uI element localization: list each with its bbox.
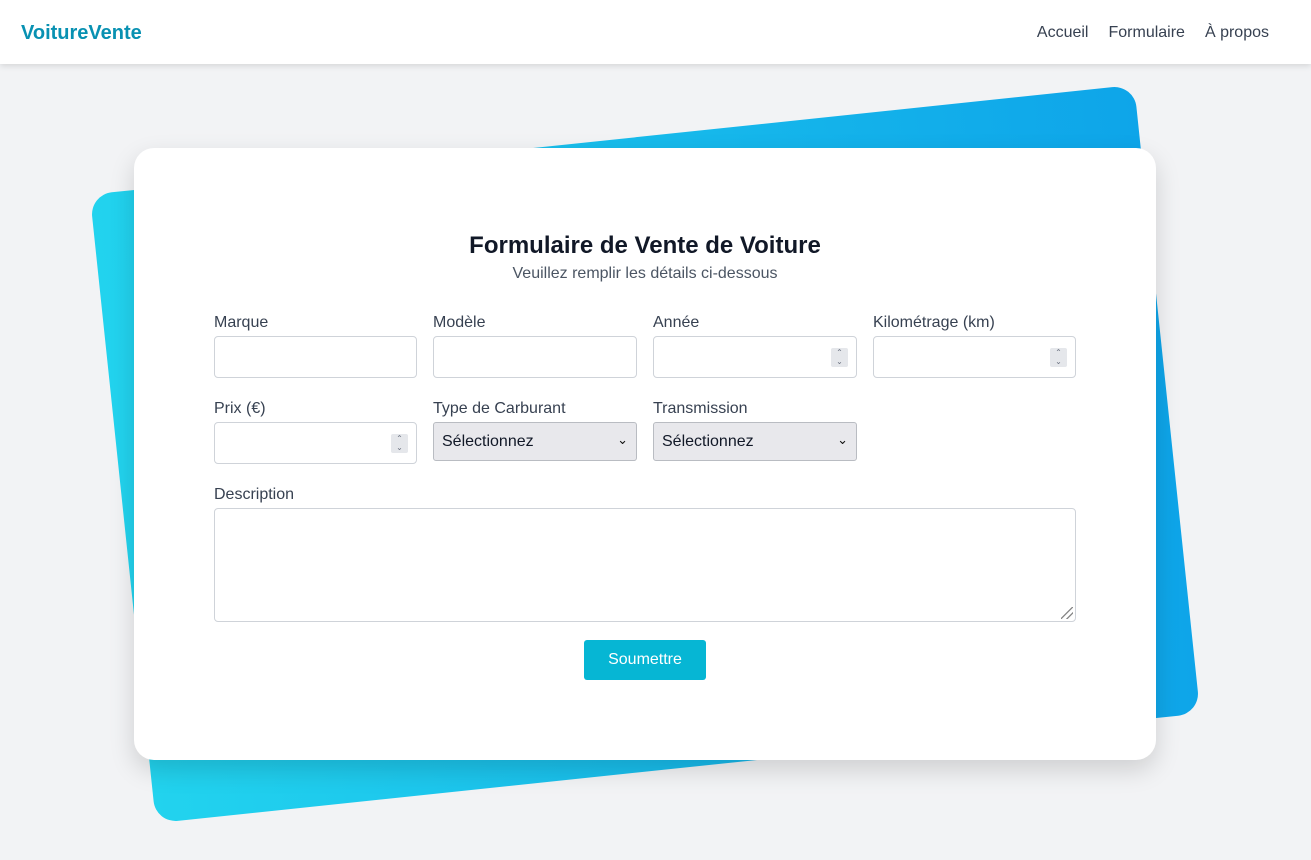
navbar: VoitureVente Accueil Formulaire À propos [0,0,1311,64]
modele-label: Modèle [433,314,486,331]
number-spinner-icon[interactable]: ⌃ ⌄ [831,348,848,367]
description-label: Description [214,486,295,503]
submit-button[interactable]: Soumettre [584,640,706,680]
form-title: Formulaire de Vente de Voiture [469,232,821,259]
form-subtitle: Veuillez remplir les détails ci-dessous [512,265,778,282]
resize-handle-icon[interactable] [1061,607,1073,619]
nav-links: Accueil Formulaire À propos [1037,24,1269,42]
annee-input[interactable]: ⌃ ⌄ [653,336,857,378]
marque-input[interactable] [214,336,417,378]
prix-label: Prix (€) [214,400,266,417]
prix-input[interactable]: ⌃ ⌄ [214,422,417,464]
brand-logo[interactable]: VoitureVente [21,22,142,45]
carburant-selected-value: Sélectionnez [442,433,534,450]
transmission-select[interactable]: Sélectionnez ⌄ [653,422,857,461]
annee-label: Année [653,314,700,331]
carburant-label: Type de Carburant [433,400,566,417]
nav-link-formulaire[interactable]: Formulaire [1108,24,1184,42]
description-textarea[interactable] [214,508,1076,622]
form-card: Formulaire de Vente de Voiture Veuillez … [134,148,1156,760]
number-spinner-icon[interactable]: ⌃ ⌄ [391,434,408,453]
nav-link-a-propos[interactable]: À propos [1205,24,1269,42]
transmission-selected-value: Sélectionnez [662,433,754,450]
transmission-label: Transmission [653,400,748,417]
number-spinner-icon[interactable]: ⌃ ⌄ [1050,348,1067,367]
carburant-select[interactable]: Sélectionnez ⌄ [433,422,637,461]
kilometrage-input[interactable]: ⌃ ⌄ [873,336,1076,378]
marque-label: Marque [214,314,269,331]
kilometrage-label: Kilométrage (km) [873,314,995,331]
modele-input[interactable] [433,336,637,378]
chevron-down-icon: ⌄ [837,432,848,447]
nav-link-accueil[interactable]: Accueil [1037,24,1089,42]
chevron-down-icon: ⌄ [617,432,628,447]
